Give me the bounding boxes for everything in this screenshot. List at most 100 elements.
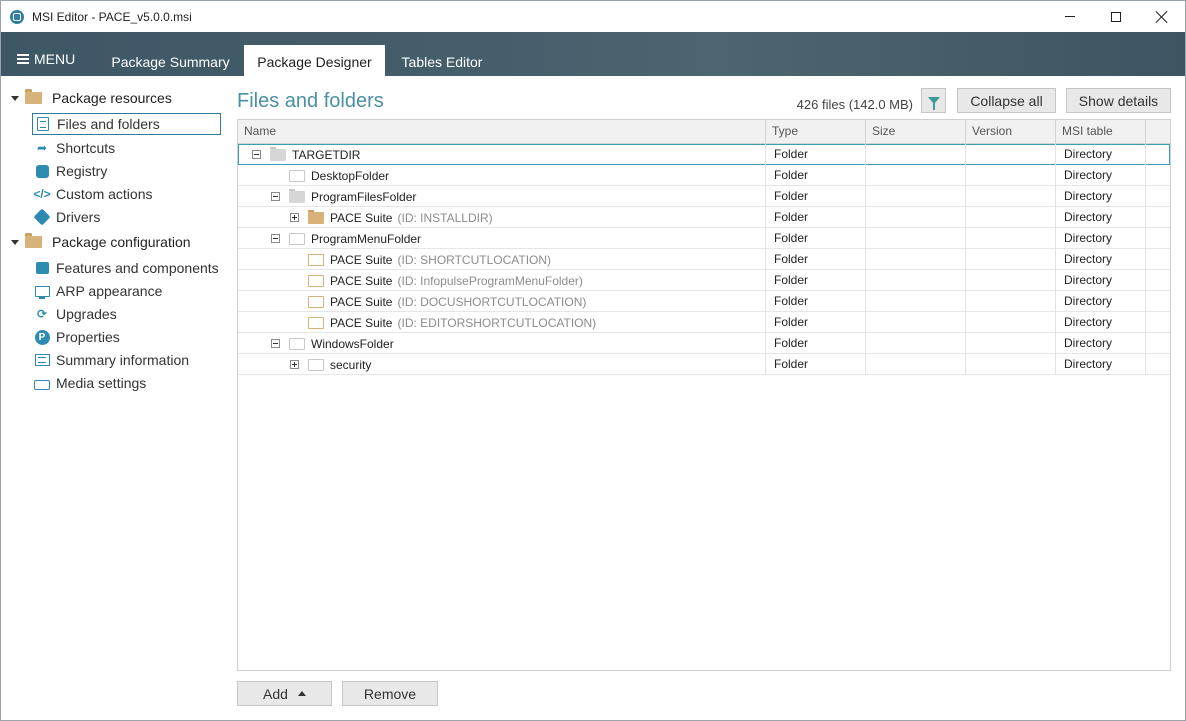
column-header-type[interactable]: Type xyxy=(766,120,866,143)
node-id: (ID: EDITORSHORTCUTLOCATION) xyxy=(397,315,597,330)
table-row[interactable]: Folder Directory ProgramMenuFolder xyxy=(238,228,1170,249)
collapse-icon[interactable] xyxy=(271,234,280,243)
sidebar-item-label: Media settings xyxy=(56,375,147,391)
code-brackets-icon: </> xyxy=(33,187,51,201)
type-cell: Folder xyxy=(766,291,866,312)
tree-node[interactable]: DesktopFolder xyxy=(271,165,394,186)
version-cell xyxy=(966,270,1056,291)
node-name: PACE Suite xyxy=(330,210,393,225)
grid-header: Name Type Size Version MSI table xyxy=(238,120,1170,144)
maximize-icon xyxy=(1111,11,1121,22)
msi-table-cell: Directory xyxy=(1056,333,1146,354)
filter-button[interactable] xyxy=(921,88,946,113)
node-name: PACE Suite xyxy=(330,273,393,288)
close-icon xyxy=(1156,11,1168,23)
table-row[interactable]: Folder Directory PACE Suite (ID: SHORTCUTLO… xyxy=(238,249,1170,270)
folder-open-icon xyxy=(25,233,42,248)
msi-table-cell: Directory xyxy=(1056,165,1146,186)
table-row[interactable]: Folder Directory ProgramFilesFolder xyxy=(238,186,1170,207)
tree-node[interactable]: TARGETDIR xyxy=(252,144,365,165)
show-details-button[interactable]: Show details xyxy=(1066,88,1171,113)
msi-table-cell: Directory xyxy=(1056,249,1146,270)
sidebar-item-upgrades[interactable]: ⟳ Upgrades xyxy=(32,303,221,325)
sidebar-item-media-settings[interactable]: Media settings xyxy=(32,372,221,394)
minimize-button[interactable] xyxy=(1047,1,1093,32)
expand-icon[interactable] xyxy=(290,360,299,369)
node-name: security xyxy=(330,357,372,372)
sidebar-item-features-and-components[interactable]: Features and components xyxy=(32,257,221,279)
type-cell: Folder xyxy=(766,165,866,186)
tree-node[interactable]: PACE Suite (ID: InfopulseProgramMenuFolde… xyxy=(290,270,583,291)
add-button[interactable]: Add xyxy=(237,681,332,706)
sidebar-item-arp-appearance[interactable]: ARP appearance xyxy=(32,280,221,302)
tab-package-designer[interactable]: Package Designer xyxy=(244,45,385,76)
window-title: MSI Editor - PACE_v5.0.0.msi xyxy=(32,9,192,24)
tree-node[interactable]: security xyxy=(290,354,376,375)
collapse-icon[interactable] xyxy=(271,339,280,348)
version-cell xyxy=(966,144,1056,165)
node-name: TARGETDIR xyxy=(292,147,361,162)
node-name: ProgramFilesFolder xyxy=(311,189,417,204)
version-cell xyxy=(966,228,1056,249)
collapse-caret-icon xyxy=(11,95,19,101)
type-cell: Folder xyxy=(766,186,866,207)
column-header-size[interactable]: Size xyxy=(866,120,966,143)
sidebar-item-summary-information[interactable]: Summary information xyxy=(32,349,221,371)
close-button[interactable] xyxy=(1139,1,1185,32)
sidebar-item-registry[interactable]: Registry xyxy=(32,160,221,182)
type-cell: Folder xyxy=(766,228,866,249)
sidebar-item-properties[interactable]: P Properties xyxy=(32,326,221,348)
files-tree-grid[interactable]: Name Type Size Version MSI table Folder D… xyxy=(237,119,1171,671)
tree-node[interactable]: PACE Suite (ID: EDITORSHORTCUTLOCATION) xyxy=(290,312,596,333)
title-bar: MSI Editor - PACE_v5.0.0.msi xyxy=(1,1,1185,32)
table-row[interactable]: Folder Directory security xyxy=(238,354,1170,375)
msi-table-cell: Directory xyxy=(1056,186,1146,207)
sidebar-item-drivers[interactable]: Drivers xyxy=(32,206,221,228)
group-package-resources[interactable]: Package resources xyxy=(11,89,172,106)
menu-button[interactable]: MENU xyxy=(17,51,75,67)
column-header-name[interactable]: Name xyxy=(238,120,766,143)
collapse-icon[interactable] xyxy=(252,150,261,159)
tab-package-summary[interactable]: Package Summary xyxy=(101,45,240,76)
table-row[interactable]: Folder Directory TARGETDIR xyxy=(238,144,1170,165)
group-label: Package resources xyxy=(52,90,172,106)
hamburger-icon xyxy=(17,54,29,64)
tab-tables-editor[interactable]: Tables Editor xyxy=(390,45,494,76)
size-cell xyxy=(866,144,966,165)
table-row[interactable]: Folder Directory PACE Suite (ID: INSTALLDIR… xyxy=(238,207,1170,228)
tree-node[interactable]: WindowsFolder xyxy=(271,333,399,354)
column-header-version[interactable]: Version xyxy=(966,120,1056,143)
expand-icon[interactable] xyxy=(290,213,299,222)
tree-node[interactable]: PACE Suite (ID: INSTALLDIR) xyxy=(290,207,493,228)
collapse-all-button[interactable]: Collapse all xyxy=(957,88,1056,113)
table-row[interactable]: Folder Directory PACE Suite (ID: EDITORSHOR… xyxy=(238,312,1170,333)
sidebar-item-custom-actions[interactable]: </> Custom actions xyxy=(32,183,221,205)
size-cell xyxy=(866,291,966,312)
type-cell: Folder xyxy=(766,270,866,291)
group-package-configuration[interactable]: Package configuration xyxy=(11,233,191,250)
tree-node[interactable]: ProgramFilesFolder xyxy=(271,186,421,207)
version-cell xyxy=(966,165,1056,186)
folder-icon xyxy=(308,253,324,266)
sidebar-item-shortcuts[interactable]: ➦ Shortcuts xyxy=(32,137,221,159)
table-row[interactable]: Folder Directory PACE Suite (ID: DOCUSHORTC… xyxy=(238,291,1170,312)
tree-node[interactable]: ProgramMenuFolder xyxy=(271,228,426,249)
tree-node[interactable]: PACE Suite (ID: SHORTCUTLOCATION) xyxy=(290,249,551,270)
remove-button[interactable]: Remove xyxy=(342,681,438,706)
maximize-button[interactable] xyxy=(1093,1,1139,32)
file-count: 426 files (142.0 MB) xyxy=(796,97,913,112)
sidebar-item-label: Properties xyxy=(56,329,120,345)
type-cell: Folder xyxy=(766,249,866,270)
column-header-msi-table[interactable]: MSI table xyxy=(1056,120,1146,143)
sidebar-item-files-and-folders[interactable]: Files and folders xyxy=(32,113,221,135)
msi-table-cell: Directory xyxy=(1056,354,1146,375)
drive-icon xyxy=(34,375,50,391)
table-row[interactable]: Folder Directory WindowsFolder xyxy=(238,333,1170,354)
table-row[interactable]: Folder Directory DesktopFolder xyxy=(238,165,1170,186)
tree-node[interactable]: PACE Suite (ID: DOCUSHORTCUTLOCATION) xyxy=(290,291,586,312)
table-row[interactable]: Folder Directory PACE Suite (ID: InfopulseP… xyxy=(238,270,1170,291)
collapse-icon[interactable] xyxy=(271,192,280,201)
